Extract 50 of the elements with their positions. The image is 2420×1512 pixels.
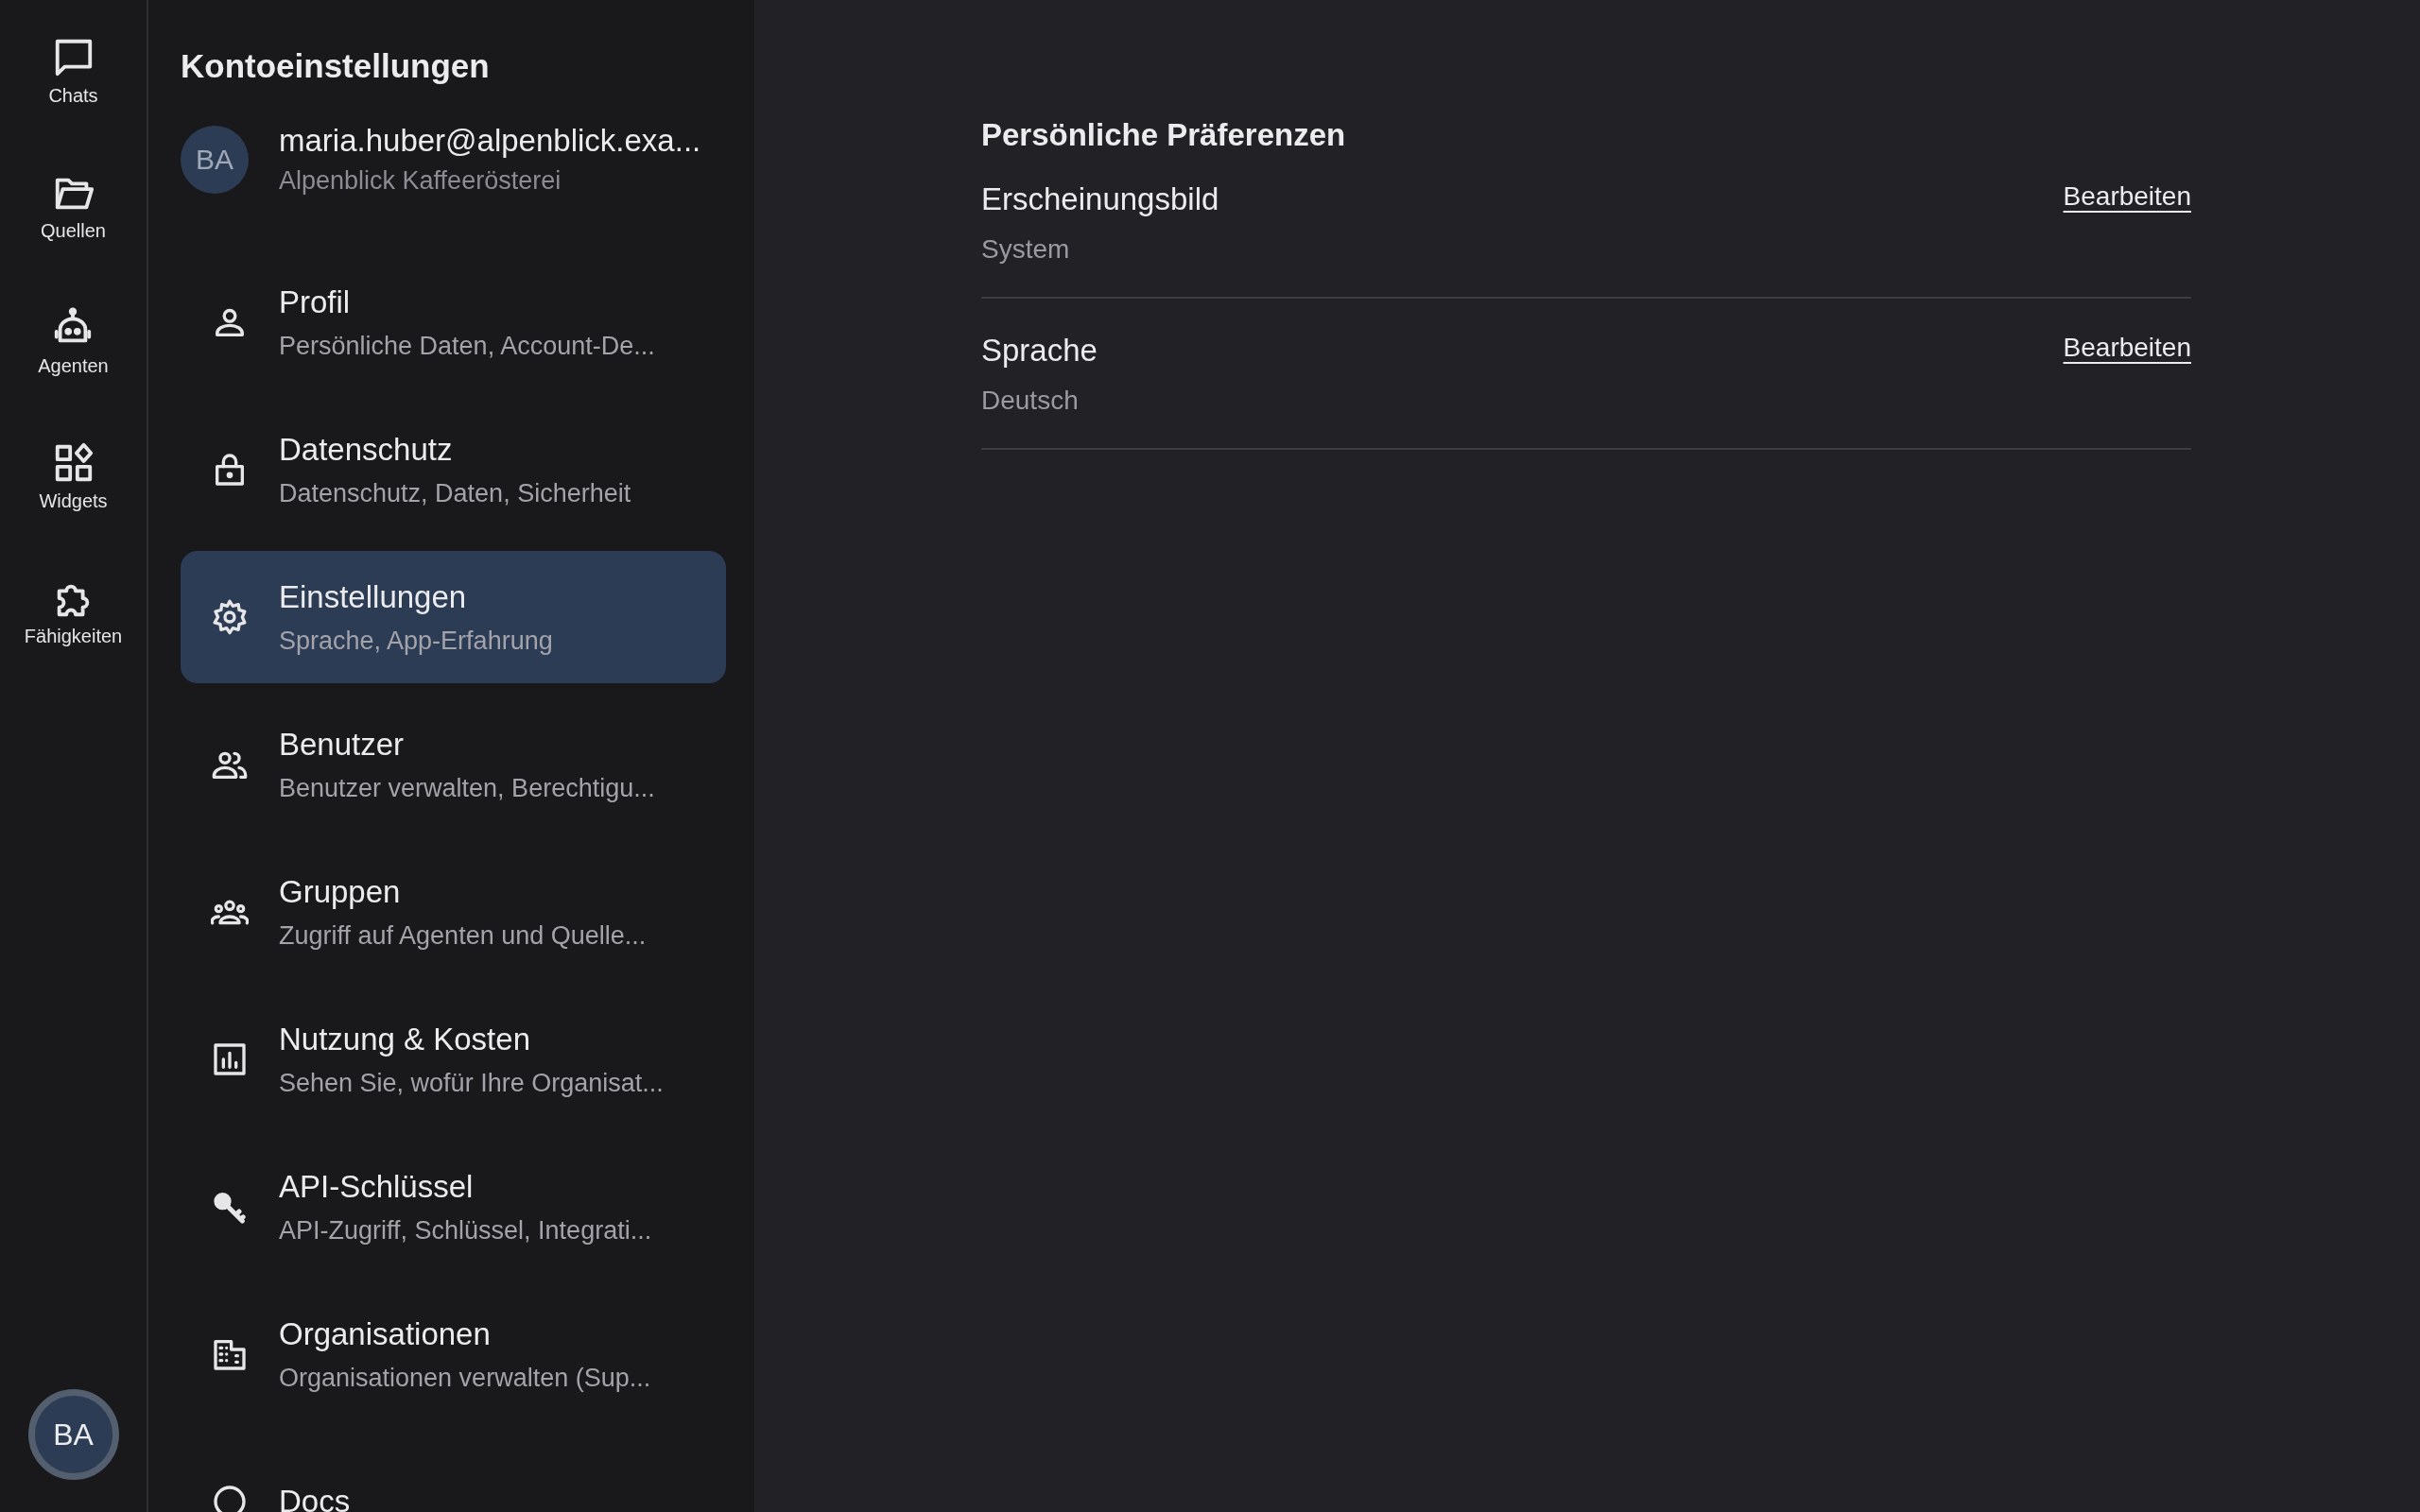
- item-description: Zugriff auf Agenten und Quelle...: [279, 920, 647, 951]
- item-description: Persönliche Daten, Account-De...: [279, 331, 655, 361]
- item-description: API-Zugriff, Schlüssel, Integrati...: [279, 1215, 652, 1246]
- setting-value: Deutsch: [981, 386, 1080, 416]
- nav-label: Widgets: [39, 490, 108, 512]
- rail-nav-item[interactable]: Chats: [48, 36, 98, 107]
- item-title: Nutzung & Kosten: [279, 1021, 531, 1057]
- account-avatar: BA: [181, 125, 249, 194]
- item-description: Benutzer verwalten, Berechtigu...: [279, 773, 655, 803]
- item-title: Gruppen: [279, 873, 402, 910]
- item-title: Profil: [279, 284, 352, 320]
- rail-nav-item[interactable]: Fähigkeiten: [24, 576, 123, 647]
- item-description: Sprache, App-Erfahrung: [279, 626, 553, 656]
- account-email: maria.huber@alpenblick.exa...: [279, 123, 701, 159]
- bar-chart-icon: [211, 1040, 249, 1078]
- rail-nav-item[interactable]: Widgets: [39, 441, 108, 512]
- gear-icon: [211, 598, 249, 636]
- settings-nav-item[interactable]: API-Schlüssel API-Zugriff, Schlüssel, Integrati...: [181, 1141, 726, 1273]
- item-title: Docs: [279, 1484, 351, 1512]
- item-description: Sehen Sie, wofür Ihre Organisat...: [279, 1068, 664, 1098]
- rail-nav-item[interactable]: Agenten: [38, 306, 109, 377]
- account-organization: Alpenblick Kaffeerösterei: [279, 166, 562, 196]
- nav-label: Quellen: [41, 220, 106, 242]
- nav-label: Agenten: [38, 355, 109, 377]
- edit-link[interactable]: Bearbeiten: [2063, 181, 2191, 212]
- item-title: Organisationen: [279, 1315, 492, 1352]
- settings-nav-item[interactable]: Docs: [181, 1435, 726, 1512]
- rail-nav-item[interactable]: Quellen: [41, 171, 106, 242]
- item-title: Benutzer: [279, 726, 406, 763]
- section-heading: Persönliche Präferenzen: [981, 117, 1347, 153]
- nav-label: Fähigkeiten: [24, 626, 123, 647]
- settings-nav-item[interactable]: Benutzer Benutzer verwalten, Berechtigu...: [181, 698, 726, 831]
- settings-nav-item[interactable]: Einstellungen Sprache, App-Erfahrung: [181, 551, 726, 683]
- settings-nav-item[interactable]: Profil Persönliche Daten, Account-De...: [181, 256, 726, 388]
- item-description: Datenschutz, Daten, Sicherheit: [279, 478, 631, 508]
- item-title: Datenschutz: [279, 431, 454, 468]
- user-avatar[interactable]: BA: [27, 1389, 119, 1480]
- edit-link[interactable]: Bearbeiten: [2063, 333, 2191, 363]
- item-description: Organisationen verwalten (Sup...: [279, 1363, 651, 1393]
- item-title: API-Schlüssel: [279, 1168, 475, 1205]
- setting-label: Erscheinungsbild: [981, 181, 1219, 217]
- settings-nav-item[interactable]: Datenschutz Datenschutz, Daten, Sicherheit: [181, 404, 726, 536]
- setting-value: System: [981, 234, 1071, 265]
- settings-nav-item[interactable]: Nutzung & Kosten Sehen Sie, wofür Ihre Organisat...: [181, 993, 726, 1125]
- sidebar-title: Kontoeinstellungen: [181, 47, 491, 85]
- item-title: Einstellungen: [279, 578, 468, 615]
- nav-label: Chats: [48, 85, 98, 107]
- settings-nav-item[interactable]: Organisationen Organisationen verwalten (Sup...: [181, 1288, 726, 1420]
- settings-nav-item[interactable]: Gruppen Zugriff auf Agenten und Quelle...: [181, 846, 726, 978]
- setting-label: Sprache: [981, 333, 1098, 369]
